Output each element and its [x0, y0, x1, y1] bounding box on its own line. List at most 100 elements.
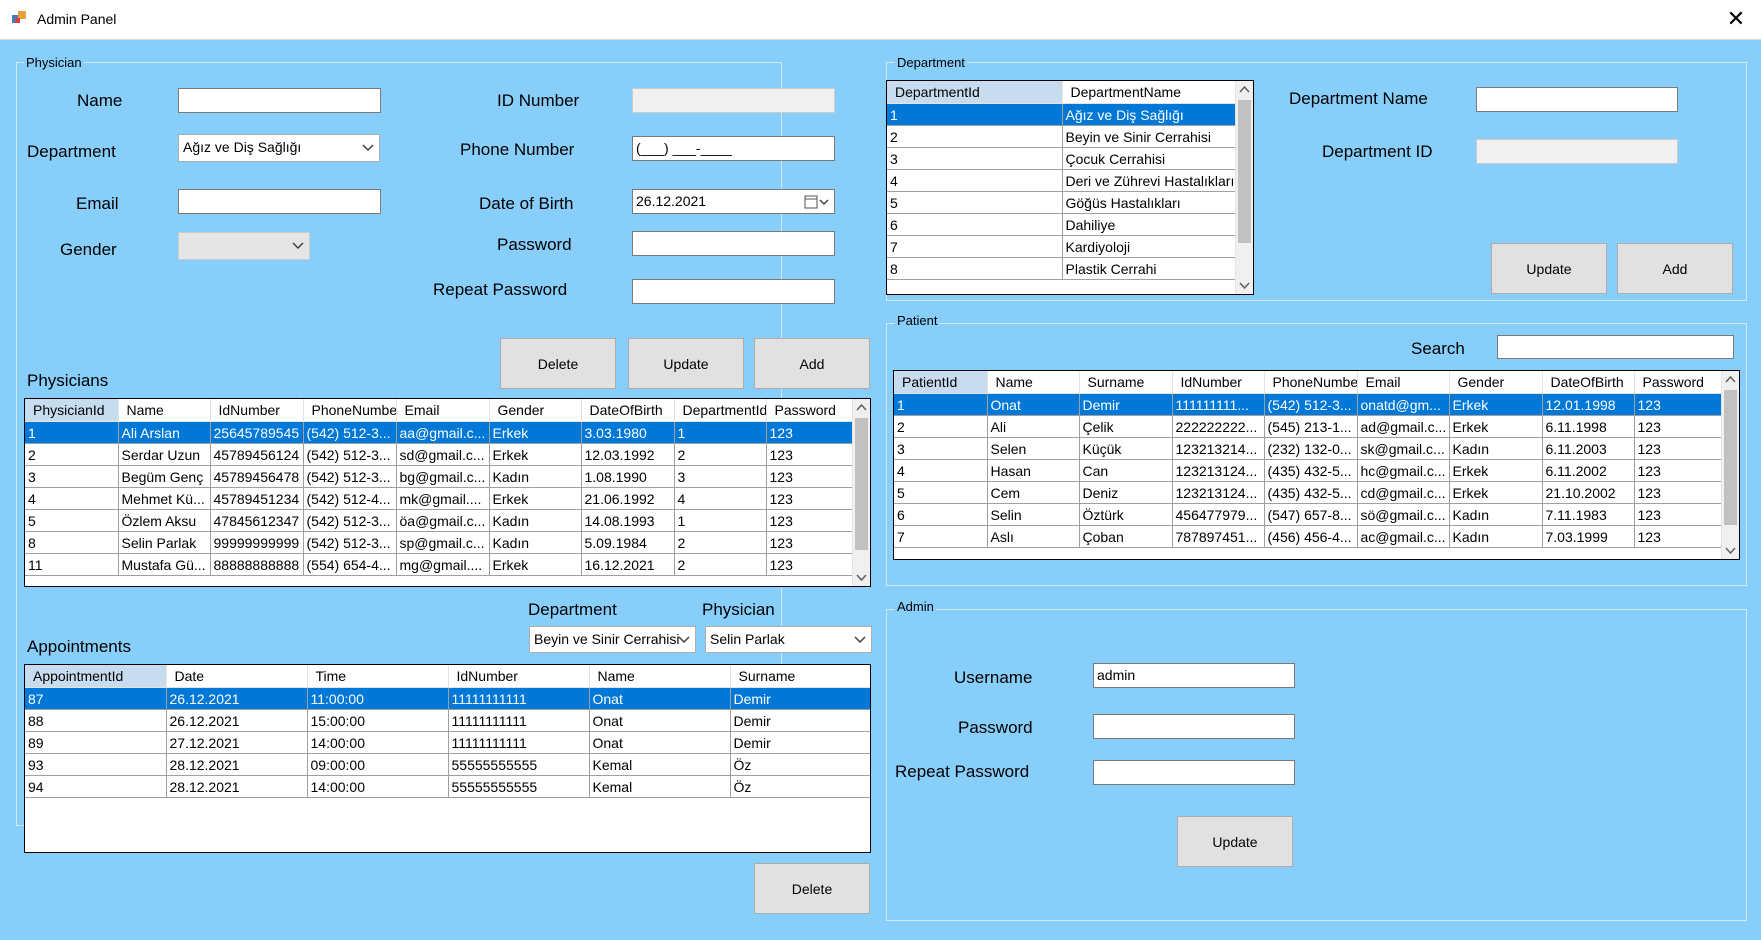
column-header[interactable]: Name	[589, 665, 731, 688]
table-cell[interactable]: (542) 512-3...	[303, 531, 397, 554]
department-update-button[interactable]: Update	[1491, 243, 1607, 294]
table-cell[interactable]: (435) 432-5...	[1264, 481, 1358, 504]
table-row[interactable]: 5 Göğüs Hastalıkları	[887, 191, 1238, 214]
department-add-button[interactable]: Add	[1617, 243, 1733, 294]
table-cell[interactable]: Kadın	[489, 531, 582, 554]
table-cell[interactable]: 26.12.2021	[166, 709, 308, 732]
table-row[interactable]: 2 Serdar Uzun 45789456124 (542) 512-3... sd@…	[25, 443, 855, 466]
table-row[interactable]: 3 Selen Küçük 123213214... (232) 132-0... sk@…	[894, 437, 1724, 460]
table-row[interactable]: 87 26.12.2021 11:00:00 11111111111 Onat Demir	[25, 687, 870, 710]
table-cell[interactable]: Erkek	[1449, 459, 1543, 482]
table-cell[interactable]: 123	[1634, 459, 1724, 482]
table-cell[interactable]: 3	[894, 437, 988, 460]
table-row[interactable]: 7 Kardiyoloji	[887, 235, 1238, 258]
table-cell[interactable]: Demir	[730, 687, 870, 710]
table-cell[interactable]: 12.03.1992	[581, 443, 675, 466]
table-cell[interactable]: 2	[674, 553, 767, 576]
table-cell[interactable]: Serdar Uzun	[118, 443, 211, 466]
table-cell[interactable]: Kemal	[589, 753, 731, 776]
table-row[interactable]: 3 Çocuk Cerrahisi	[887, 147, 1238, 170]
table-cell[interactable]: cd@gmail.c...	[1357, 481, 1450, 504]
physician-update-button[interactable]: Update	[628, 338, 744, 389]
table-cell[interactable]: 14:00:00	[307, 731, 449, 754]
table-cell[interactable]: 222222222...	[1172, 415, 1265, 438]
column-header[interactable]: PhoneNumbe	[303, 399, 397, 422]
table-cell[interactable]: Ali	[987, 415, 1080, 438]
table-cell[interactable]: ac@gmail.c...	[1357, 525, 1450, 548]
scroll-down-icon[interactable]	[1236, 277, 1253, 294]
table-row[interactable]: 7 Aslı Çoban 787897451... (456) 456-4... ac@g…	[894, 525, 1724, 548]
column-header[interactable]: DepartmentId	[674, 399, 767, 422]
table-cell[interactable]: 26.12.2021	[166, 687, 308, 710]
table-cell[interactable]: 123	[1634, 393, 1724, 416]
table-cell[interactable]: 11	[25, 553, 119, 576]
table-cell[interactable]: sp@gmail.c...	[396, 531, 490, 554]
table-cell[interactable]: Kadın	[1449, 525, 1543, 548]
table-cell[interactable]: Kemal	[589, 775, 731, 798]
admin-repeat-password-input[interactable]	[1093, 760, 1295, 785]
table-cell[interactable]: 4	[25, 487, 119, 510]
table-cell[interactable]: Ali Arslan	[118, 421, 211, 444]
table-cell[interactable]: Kadın	[489, 509, 582, 532]
table-cell[interactable]: sk@gmail.c...	[1357, 437, 1450, 460]
table-cell[interactable]: 7	[894, 525, 988, 548]
column-header[interactable]: Surname	[1079, 371, 1173, 394]
table-row[interactable]: 2 Ali Çelik 222222222... (545) 213-1... ad@gm…	[894, 415, 1724, 438]
admin-password-input[interactable]	[1093, 714, 1295, 739]
table-row[interactable]: 5 Cem Deniz 123213124... (435) 432-5... cd@gm…	[894, 481, 1724, 504]
table-cell[interactable]: Kadın	[1449, 437, 1543, 460]
table-cell[interactable]: 111111111...	[1172, 393, 1265, 416]
table-cell[interactable]: 1	[894, 393, 988, 416]
table-cell[interactable]: hc@gmail.c...	[1357, 459, 1450, 482]
table-cell[interactable]: 28.12.2021	[166, 775, 308, 798]
table-cell[interactable]: 47845612347	[210, 509, 304, 532]
table-cell[interactable]: 11111111111	[448, 709, 590, 732]
table-cell[interactable]: 787897451...	[1172, 525, 1265, 548]
table-cell[interactable]: 1	[674, 509, 767, 532]
column-header[interactable]: AppointmentId	[25, 665, 167, 688]
column-header[interactable]: PatientId	[894, 371, 988, 394]
table-row[interactable]: 3 Begüm Genç 45789456478 (542) 512-3... bg@g…	[25, 465, 855, 488]
table-cell[interactable]: mk@gmail....	[396, 487, 490, 510]
table-cell[interactable]: 16.12.2021	[581, 553, 675, 576]
table-cell[interactable]: Öz	[730, 775, 870, 798]
table-cell[interactable]: 3	[887, 147, 1063, 170]
scroll-up-icon[interactable]	[853, 399, 870, 416]
gender-select[interactable]	[178, 232, 310, 260]
department-id-input[interactable]	[1476, 139, 1678, 164]
table-cell[interactable]: (542) 512-3...	[303, 443, 397, 466]
column-header[interactable]: IdNumber	[448, 665, 590, 688]
table-row[interactable]: 89 27.12.2021 14:00:00 11111111111 Onat Demir	[25, 731, 870, 754]
table-cell[interactable]: 5	[894, 481, 988, 504]
column-header[interactable]: Name	[987, 371, 1080, 394]
table-cell[interactable]: 99999999999	[210, 531, 304, 554]
table-cell[interactable]: sd@gmail.c...	[396, 443, 490, 466]
table-cell[interactable]: 3.03.1980	[581, 421, 675, 444]
table-cell[interactable]: Öz	[730, 753, 870, 776]
table-cell[interactable]: Begüm Genç	[118, 465, 211, 488]
table-cell[interactable]: Göğüs Hastalıkları	[1062, 191, 1238, 214]
table-cell[interactable]: 15:00:00	[307, 709, 449, 732]
scroll-thumb[interactable]	[1238, 100, 1251, 243]
table-cell[interactable]: 27.12.2021	[166, 731, 308, 754]
table-cell[interactable]: 45789456478	[210, 465, 304, 488]
column-header[interactable]: Email	[396, 399, 490, 422]
table-cell[interactable]: Erkek	[1449, 481, 1543, 504]
table-cell[interactable]: Erkek	[489, 443, 582, 466]
vertical-scrollbar[interactable]	[852, 399, 870, 586]
table-cell[interactable]: 2	[25, 443, 119, 466]
table-cell[interactable]: Erkek	[489, 487, 582, 510]
table-cell[interactable]: 123	[1634, 415, 1724, 438]
physician-add-button[interactable]: Add	[754, 338, 870, 389]
patient-search-input[interactable]	[1497, 335, 1734, 359]
table-cell[interactable]: öa@gmail.c...	[396, 509, 490, 532]
table-row[interactable]: 11 Mustafa Gü... 88888888888 (554) 654-4...…	[25, 553, 855, 576]
table-cell[interactable]: Deniz	[1079, 481, 1173, 504]
table-cell[interactable]: 2	[887, 125, 1063, 148]
table-cell[interactable]: 4	[887, 169, 1063, 192]
table-cell[interactable]: 5	[25, 509, 119, 532]
table-cell[interactable]: 123	[766, 465, 855, 488]
table-cell[interactable]: 14.08.1993	[581, 509, 675, 532]
table-cell[interactable]: 6	[894, 503, 988, 526]
table-cell[interactable]: 5	[887, 191, 1063, 214]
